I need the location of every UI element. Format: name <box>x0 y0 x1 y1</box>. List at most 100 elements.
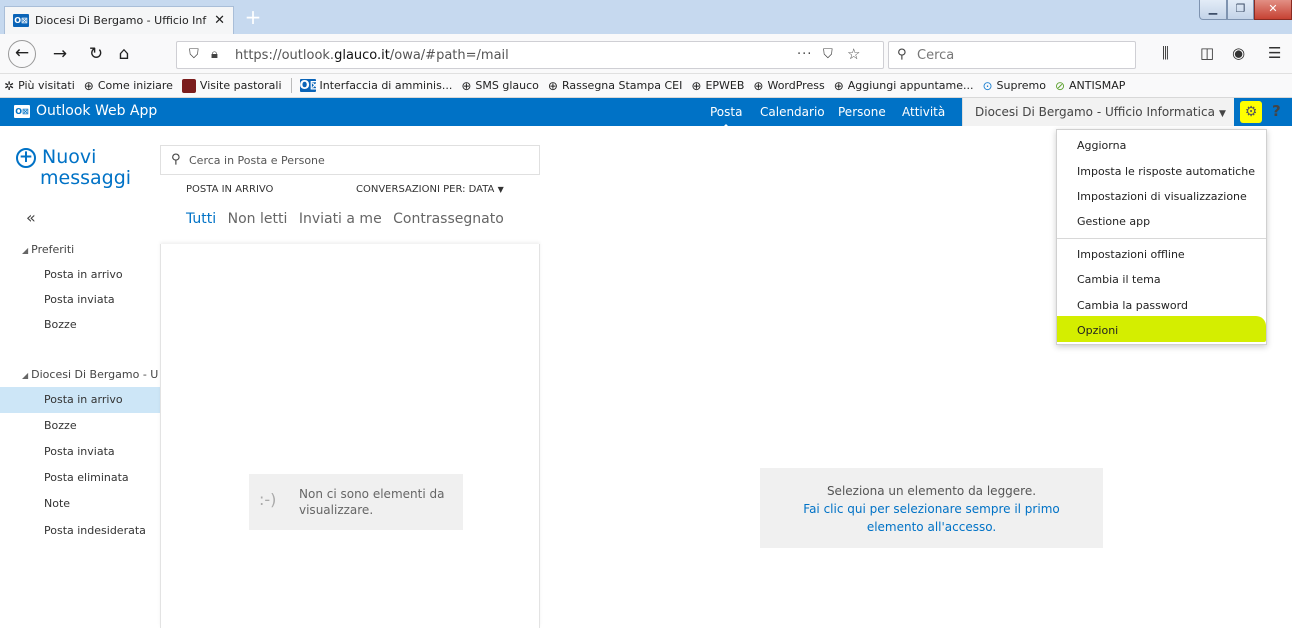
globe-icon: ⊕ <box>547 78 558 93</box>
new-message-label: Nuovi <box>42 146 97 168</box>
menu-item-manage-apps[interactable]: Gestione app <box>1077 215 1150 228</box>
favorite-inbox[interactable]: Posta in arrivo <box>0 262 160 288</box>
globe-icon: ⊕ <box>753 78 764 93</box>
menu-item-refresh[interactable]: Aggiorna <box>1077 139 1126 152</box>
bookmark-item[interactable]: ⊕ SMS glauco <box>461 79 539 93</box>
settings-gear-icon[interactable]: ⚙ <box>1240 101 1262 123</box>
menu-item-auto-replies[interactable]: Imposta le risposte automatiche <box>1077 165 1255 178</box>
nav-persone[interactable]: Persone <box>838 105 886 119</box>
menu-item-options[interactable]: Opzioni <box>1077 324 1118 337</box>
sort-label: CONVERSAZIONI PER: DATA <box>356 184 495 195</box>
search-icon: ⚲ <box>171 152 181 167</box>
account-icon[interactable]: ◉ <box>1232 44 1245 62</box>
account-header[interactable]: ◢ Diocesi Di Bergamo - U <box>22 368 158 381</box>
owa-header: O⊠ Outlook Web App Posta Calendario Pers… <box>0 98 1292 129</box>
select-first-link[interactable]: Fai clic qui per selezionare sempre il p… <box>760 500 1103 536</box>
filter-to-me[interactable]: Inviati a me <box>299 211 382 227</box>
browser-titlebar: O⊠ Diocesi Di Bergamo - Ufficio Inf ✕ + … <box>0 0 1292 34</box>
chevron-down-icon: ▼ <box>497 185 504 194</box>
help-icon[interactable]: ? <box>1272 102 1281 120</box>
empty-list-message: :-) Non ci sono elementi da visualizzare… <box>249 474 463 530</box>
bookmark-item[interactable]: ⊕ Rassegna Stampa CEI <box>548 79 682 93</box>
bookmark-item[interactable]: ⊘ ANTISMAP <box>1055 79 1125 93</box>
url-bar[interactable]: ⛉ 🔒︎ https://outlook.glauco.it/owa/#path… <box>176 41 884 69</box>
menu-item-display-settings[interactable]: Impostazioni di visualizzazione <box>1077 190 1247 203</box>
maximize-button[interactable]: ❐ <box>1227 0 1254 20</box>
folder-sent[interactable]: Posta inviata <box>0 439 160 465</box>
reload-icon[interactable]: ↻ <box>84 42 108 66</box>
folder-notes[interactable]: Note <box>0 491 160 517</box>
conversations-sort[interactable]: CONVERSAZIONI PER: DATA ▼ <box>356 184 504 195</box>
bookmark-label: Interfaccia di amminis... <box>319 79 453 92</box>
lock-icon[interactable]: 🔒︎ <box>211 47 218 62</box>
nav-attivita[interactable]: Attività <box>902 105 945 119</box>
collapse-icon[interactable]: « <box>26 208 36 227</box>
menu-item-change-theme[interactable]: Cambia il tema <box>1077 273 1161 286</box>
bookmark-item[interactable]: ⊕ EPWEB <box>691 79 744 93</box>
url-text[interactable]: https://outlook.glauco.it/owa/#path=/mai… <box>235 48 509 63</box>
shield-icon[interactable]: ⛉ <box>189 47 199 62</box>
tab-title: Diocesi Di Bergamo - Ufficio Inf <box>35 14 207 27</box>
library-icon[interactable]: ⫼ <box>1162 44 1169 62</box>
empty-list-text: Non ci sono elementi da visualizzare. <box>299 487 445 517</box>
check-circle-icon: ⊘ <box>1054 78 1066 93</box>
browser-tab[interactable]: O⊠ Diocesi Di Bergamo - Ufficio Inf ✕ <box>4 6 234 34</box>
reading-hint: Seleziona un elemento da leggere. <box>826 484 1037 498</box>
bookmark-item[interactable]: ⊕ Come iniziare <box>84 79 173 93</box>
browser-search-input[interactable]: ⚲ Cerca <box>888 41 1136 69</box>
bookmark-separator <box>290 78 292 93</box>
nav-calendario[interactable]: Calendario <box>760 105 825 119</box>
mail-search-placeholder: Cerca in Posta e Persone <box>189 154 325 167</box>
menu-item-offline-settings[interactable]: Impostazioni offline <box>1077 248 1185 261</box>
user-menu[interactable]: Diocesi Di Bergamo - Ufficio Informatica… <box>962 98 1234 126</box>
settings-menu: Aggiorna Imposta le risposte automatiche… <box>1056 129 1267 345</box>
owa-logo[interactable]: O⊠ Outlook Web App <box>14 103 157 119</box>
browser-navbar: ← → ↻ ⌂ ⛉ 🔒︎ https://outlook.glauco.it/o… <box>0 34 1292 74</box>
reading-pane-message: Seleziona un elemento da leggere. Fai cl… <box>760 468 1103 548</box>
globe-icon: ⊕ <box>83 78 94 93</box>
bookmark-label: Rassegna Stampa CEI <box>561 79 683 92</box>
bookmark-item[interactable]: ⊕ WordPress <box>753 79 824 93</box>
folder-drafts[interactable]: Bozze <box>0 413 160 439</box>
bookmark-item[interactable]: ✲ Più visitati <box>4 79 75 93</box>
user-name: Diocesi Di Bergamo - Ufficio Informatica <box>975 105 1215 119</box>
outlook-icon: O⊠ <box>14 104 30 118</box>
folder-inbox[interactable]: Posta in arrivo <box>0 387 160 413</box>
page-actions-icon[interactable]: ··· <box>797 47 812 62</box>
bookmark-item[interactable]: ⊕ Aggiungi appuntame... <box>834 79 974 93</box>
back-arrow-icon[interactable]: ← <box>8 40 36 68</box>
bookmark-item[interactable]: O⊠ Interfaccia di amminis... <box>299 79 453 92</box>
folder-junk[interactable]: Posta indesiderata <box>0 518 160 544</box>
new-message-button[interactable]: + Nuovi messaggi <box>16 147 131 188</box>
favorites-header[interactable]: ◢ Preferiti <box>22 243 74 256</box>
minimize-button[interactable]: ▁ <box>1199 0 1227 20</box>
menu-icon[interactable]: ☰ <box>1268 44 1281 62</box>
favorite-drafts[interactable]: Bozze <box>0 312 160 338</box>
home-icon[interactable]: ⌂ <box>112 42 136 66</box>
filter-all[interactable]: Tutti <box>186 211 216 227</box>
nav-posta[interactable]: Posta <box>710 105 742 129</box>
expand-triangle-icon: ◢ <box>22 371 29 380</box>
bookmark-item[interactable]: ⊙ Supremo <box>982 79 1046 93</box>
globe-icon: ⊕ <box>691 78 702 93</box>
mail-search-input[interactable]: ⚲ Cerca in Posta e Persone <box>160 145 540 175</box>
tab-close-icon[interactable]: ✕ <box>214 13 225 28</box>
account-title: Diocesi Di Bergamo - U <box>31 368 159 381</box>
sidebar-icon[interactable]: ◫ <box>1200 44 1214 62</box>
bookmark-item[interactable]: Visite pastorali <box>181 78 282 93</box>
new-tab-button[interactable]: + <box>240 6 266 30</box>
globe-icon: ⊕ <box>833 78 844 93</box>
filter-flagged[interactable]: Contrassegnato <box>393 211 504 227</box>
forward-arrow-icon[interactable]: → <box>48 42 72 66</box>
menu-item-change-password[interactable]: Cambia la password <box>1077 299 1188 312</box>
filter-unread[interactable]: Non letti <box>228 211 288 227</box>
plus-circle-icon: + <box>16 148 36 168</box>
bookmark-label: Visite pastorali <box>199 79 282 92</box>
bookmark-label: ANTISMAP <box>1069 79 1126 92</box>
bookmark-label: SMS glauco <box>475 79 539 92</box>
window-close-button[interactable]: ✕ <box>1254 0 1292 20</box>
favorite-sent[interactable]: Posta inviata <box>0 287 160 313</box>
pocket-icon[interactable]: ⛉ <box>823 47 833 62</box>
bookmark-star-icon[interactable]: ☆ <box>847 45 860 63</box>
folder-deleted[interactable]: Posta eliminata <box>0 465 160 491</box>
